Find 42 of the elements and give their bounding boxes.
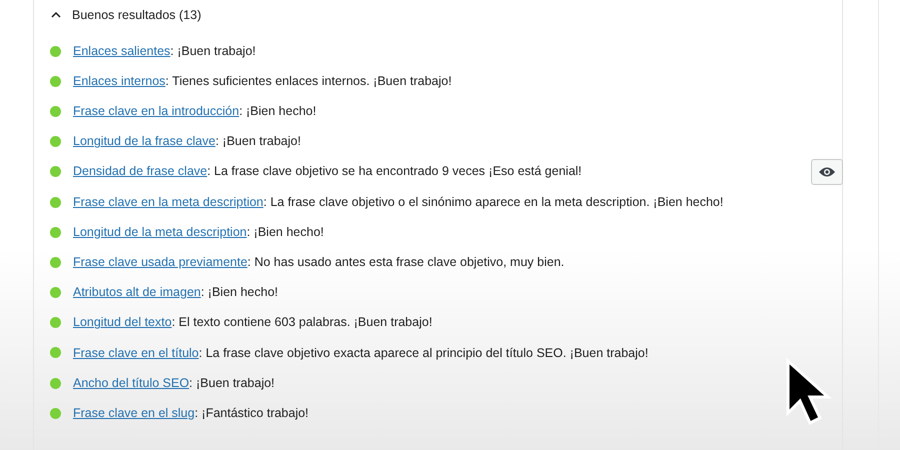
result-text: : ¡Bien hecho! <box>246 224 324 241</box>
status-dot <box>50 408 61 419</box>
status-dot <box>50 226 61 238</box>
status-dot <box>50 136 61 148</box>
status-dot <box>50 378 61 389</box>
result-link[interactable]: Longitud de la frase clave <box>73 132 216 152</box>
result-text: : La frase clave objetivo o el sinónimo aparece en la meta description. ¡Bien hecho! <box>263 194 724 211</box>
result-text: : ¡Bien hecho! <box>200 284 278 302</box>
result-text: : ¡Buen trabajo! <box>170 42 256 60</box>
status-dot <box>50 317 61 328</box>
result-link[interactable]: Enlaces internos <box>73 72 166 91</box>
result-text: : ¡Bien hecho! <box>239 103 316 120</box>
result-link[interactable]: Frase clave en la introducción <box>73 102 240 121</box>
result-link[interactable]: Enlaces salientes <box>73 42 170 60</box>
status-dot <box>50 106 61 117</box>
result-link[interactable]: Atributos alt de imagen <box>73 283 201 302</box>
status-dot <box>50 287 61 298</box>
result-text: : ¡Buen trabajo! <box>215 133 301 150</box>
result-link[interactable]: Frase clave en el slug <box>73 404 195 423</box>
result-text: : La frase clave objetivo exacta aparece al principio del título SEO. ¡Buen trabajo! <box>198 344 648 362</box>
result-text: : No has usado antes esta frase clave objetivo, muy bien. <box>247 254 564 272</box>
status-dot <box>50 46 61 57</box>
highlight-button[interactable] <box>811 158 843 185</box>
result-link[interactable]: Longitud de la meta description <box>73 222 247 242</box>
eye-icon <box>818 166 836 178</box>
status-dot <box>50 196 61 208</box>
section-toggle[interactable]: Buenos resultados (13) <box>50 4 202 26</box>
status-dot <box>50 256 61 268</box>
result-text: : ¡Buen trabajo! <box>189 374 275 392</box>
status-dot <box>50 76 61 87</box>
status-dot <box>50 347 61 358</box>
result-link[interactable]: Densidad de frase clave <box>73 162 208 182</box>
status-dot <box>50 166 61 178</box>
result-link[interactable]: Longitud del texto <box>73 313 172 332</box>
result-link[interactable]: Ancho del título SEO <box>73 374 190 393</box>
result-link[interactable]: Frase clave en el título <box>73 344 199 362</box>
result-text: : El texto contiene 603 palabras. ¡Buen trabajo! <box>172 314 432 332</box>
result-link[interactable]: Frase clave en la meta description <box>73 192 264 212</box>
result-text: : ¡Fantástico trabajo! <box>194 404 309 422</box>
result-text: : Tienes suficientes enlaces internos. ¡Buen trabajo! <box>165 72 452 90</box>
result-text: : La frase clave objetivo se ha encontrado 9 veces ¡Eso está genial! <box>207 163 582 180</box>
result-link[interactable]: Frase clave usada previamente <box>73 253 248 272</box>
